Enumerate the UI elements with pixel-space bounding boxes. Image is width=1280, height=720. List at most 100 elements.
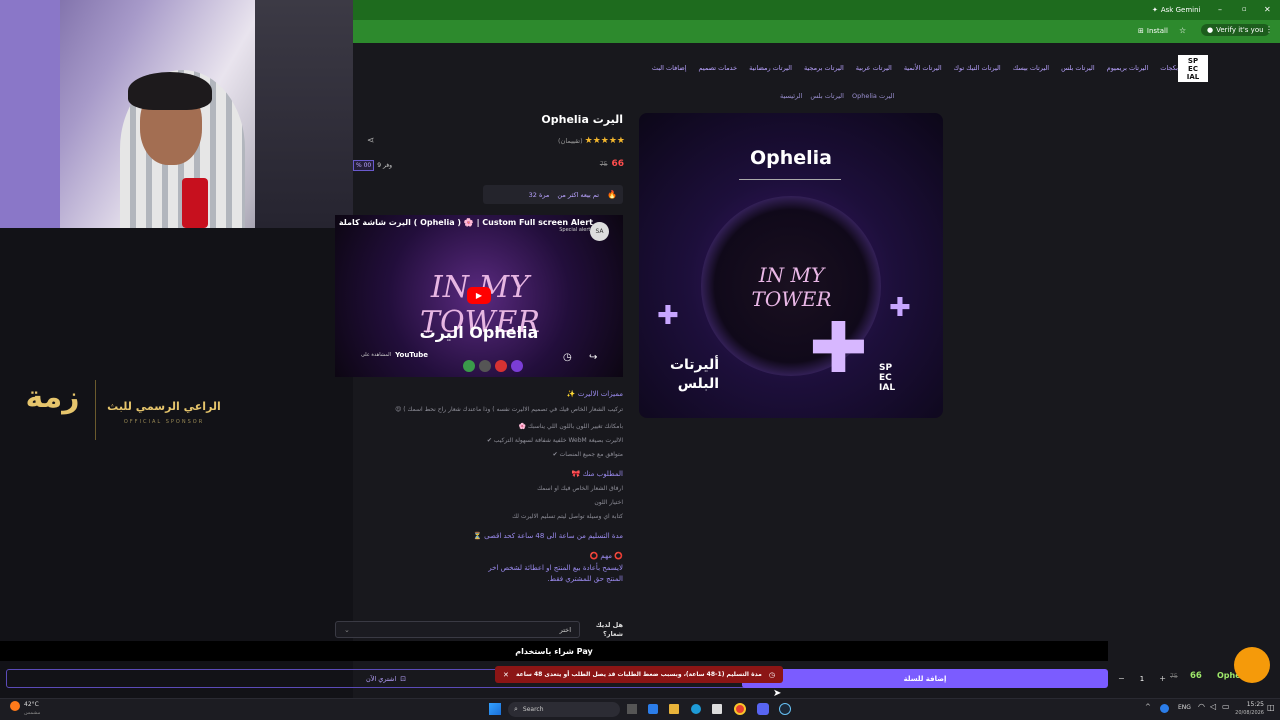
youtube-embed[interactable]: اليرت شاشة كاملة ( Ophelia ) 🌸 | Custom … <box>335 215 623 377</box>
important-text: المنتج حق للمشتري فقط. <box>547 575 623 583</box>
apple-pay-button[interactable]: شراء باستخدام Pay <box>0 641 1108 661</box>
price-new: 66 <box>611 159 624 169</box>
nav-item[interactable]: اليرتات التيك توك <box>954 64 1001 72</box>
wall-left <box>0 0 60 228</box>
close-button[interactable]: ✕ <box>1264 5 1271 14</box>
nav-item[interactable]: بكجات <box>1160 64 1178 72</box>
weather-temp[interactable]: 42°C <box>24 701 39 708</box>
list-item: كتابة اي وسيلة تواصل ليتم تسليم الاليرت … <box>512 513 623 520</box>
sold-count-box: 🔥 تم بيعه اكثر من 32 مرة <box>483 185 623 204</box>
plus-icon: ✚ <box>657 301 679 331</box>
plus-icon[interactable]: + <box>1159 674 1166 683</box>
twitch-icon <box>511 360 523 372</box>
clock-icon: ◷ <box>768 670 775 679</box>
notification-icon[interactable]: ◫ <box>1267 703 1275 712</box>
star-icon: ★★★★★ <box>584 136 625 146</box>
logo-select[interactable]: ⌄ اختر <box>335 621 580 638</box>
nav-item[interactable]: اليرتات رمضانية <box>749 64 792 72</box>
nav-item[interactable]: اليرتات بريميوم <box>1107 64 1149 72</box>
product-image[interactable]: Ophelia IN MY TOWER ✚ ✚ ✚ أليرتات البلس S… <box>639 113 943 418</box>
sponsor-divider <box>95 380 96 440</box>
bookmark-star-icon[interactable]: ☆ <box>1179 26 1186 35</box>
task-view-icon[interactable] <box>627 704 637 714</box>
youtube-logo[interactable]: YouTube <box>395 351 428 359</box>
edge-icon[interactable] <box>691 704 701 714</box>
breadcrumb: الرئيسية اليرتات بلس اليرت Ophelia <box>780 92 944 100</box>
features-heading: مميزات الاليرت ✨ <box>566 390 623 398</box>
store-icon[interactable] <box>712 704 722 714</box>
chat-bubble-button[interactable] <box>1234 647 1270 683</box>
install-label: Install <box>1146 27 1168 35</box>
main-navigation: بكجات اليرتات بريميوم اليرتات بلس اليرتا… <box>353 48 1233 88</box>
apple-pay-label: شراء باستخدام Pay <box>515 646 593 656</box>
breadcrumb-category[interactable]: اليرتات بلس <box>810 92 844 100</box>
sold-label: تم بيعه اكثر من <box>557 190 600 199</box>
site-logo-text: SP EC IAL <box>1186 57 1200 81</box>
video-title[interactable]: اليرت شاشة كاملة ( Ophelia ) 🌸 | Custom … <box>337 218 593 227</box>
plus-icon-large: ✚ <box>809 307 868 389</box>
rating[interactable]: ★★★★★ (تقييمان) <box>530 136 625 146</box>
minimize-button[interactable]: – <box>1218 5 1222 14</box>
copilot-icon[interactable] <box>648 704 658 714</box>
channel-avatar[interactable]: SA <box>590 222 609 241</box>
windows-start-icon[interactable] <box>489 703 501 715</box>
sparkle-icon: ✦ <box>1152 6 1158 14</box>
share-video-icon[interactable]: ↪ <box>589 352 597 363</box>
menu-dots-icon[interactable]: ⋮ <box>1265 25 1273 34</box>
buy-price: 66 <box>1190 671 1202 681</box>
nav-item[interactable]: اليرتات الأنمية <box>904 64 942 72</box>
file-explorer-icon[interactable] <box>669 704 679 714</box>
sponsor-overlay: زمة الراعي الرسمي للبث OFFICIAL SPONSOR <box>15 375 225 445</box>
snapchat-icon <box>479 360 491 372</box>
maximize-button[interactable]: ▫ <box>1242 5 1247 13</box>
product-title: اليرت Ophelia <box>541 113 623 126</box>
sold-count: 32 مرة <box>528 190 550 199</box>
quantity-value: 1 <box>1139 674 1145 683</box>
delivery-toast: ✕ مدة التسليم (1-48 ساعة)، وبسبب ضغط الط… <box>495 666 783 683</box>
buy-old-price: 75 <box>1170 673 1178 680</box>
logo-question-label: هل لديك شعار؟ <box>595 621 623 638</box>
install-button[interactable]: ⊞ Install <box>1138 27 1168 35</box>
language-indicator[interactable]: ENG <box>1178 704 1191 711</box>
taskbar-search[interactable]: ⌕ Search <box>508 702 620 717</box>
nav-item[interactable]: اليرتات عربية <box>856 64 892 72</box>
wifi-icon[interactable]: ◠ <box>1198 702 1205 711</box>
required-heading: المطلوب منك 🎀 <box>571 470 623 478</box>
add-to-cart-button[interactable]: إضافة للسلة <box>742 669 1108 688</box>
clock-icon[interactable]: ◷ <box>563 352 572 363</box>
sponsor-brand: زمة <box>25 380 80 415</box>
nav-item[interactable]: اليرتات بلس <box>1061 64 1095 72</box>
steam-icon[interactable] <box>779 703 791 715</box>
nav-item[interactable]: خدمات تصميم <box>699 64 738 72</box>
tray-app-icon[interactable] <box>1160 704 1169 713</box>
nav-item[interactable]: إضافات البث <box>652 64 687 72</box>
breadcrumb-home[interactable]: الرئيسية <box>780 92 802 100</box>
chrome-icon[interactable] <box>734 703 746 715</box>
watch-on-label: المشاهدة على <box>361 352 392 358</box>
volume-icon[interactable]: ◁ <box>1210 702 1216 711</box>
windows-taskbar: 42°C مشمس ⌕ Search ^ ENG ◠ ◁ ▭ 15:25 20/… <box>0 698 1280 720</box>
discount-percent: % 00 <box>353 160 375 171</box>
whatsapp-icon <box>463 360 475 372</box>
clock-time[interactable]: 15:25 <box>1236 701 1264 708</box>
video-overlay-text: اليرت Ophelia <box>419 323 539 342</box>
delivery-note: مدة التسليم من ساعة الى 48 ساعة كحد اقصى… <box>473 532 623 540</box>
logo-select-value: اختر <box>559 625 571 634</box>
in-my-tower-text: IN MY TOWER <box>751 263 832 311</box>
chevron-down-icon: ⌄ <box>344 625 350 634</box>
close-icon[interactable]: ✕ <box>503 671 509 679</box>
site-logo[interactable]: SP EC IAL <box>1178 55 1208 82</box>
ask-gemini-button[interactable]: ✦ Ask Gemini <box>1152 6 1200 14</box>
quantity-stepper[interactable]: − 1 + <box>1118 671 1166 686</box>
nav-item[interactable]: اليرتات برمجية <box>804 64 844 72</box>
verify-button[interactable]: ● Verify it's you <box>1201 24 1270 36</box>
chevron-up-icon[interactable]: ^ <box>1145 703 1151 711</box>
play-button[interactable]: ▶ <box>467 287 491 304</box>
list-item: ارفاق الشعار الخاص فيك او اسمك <box>537 485 623 492</box>
minus-icon[interactable]: − <box>1118 674 1125 683</box>
list-item: بامكانك تغيير اللون باللون اللي يناسبك 🌸 <box>518 423 623 430</box>
image-sub1: أليرتات <box>669 357 719 373</box>
discord-icon[interactable] <box>757 703 769 715</box>
nav-item[interactable]: اليرتات بيسك <box>1013 64 1049 72</box>
share-icon[interactable]: ⋖ <box>367 136 375 146</box>
